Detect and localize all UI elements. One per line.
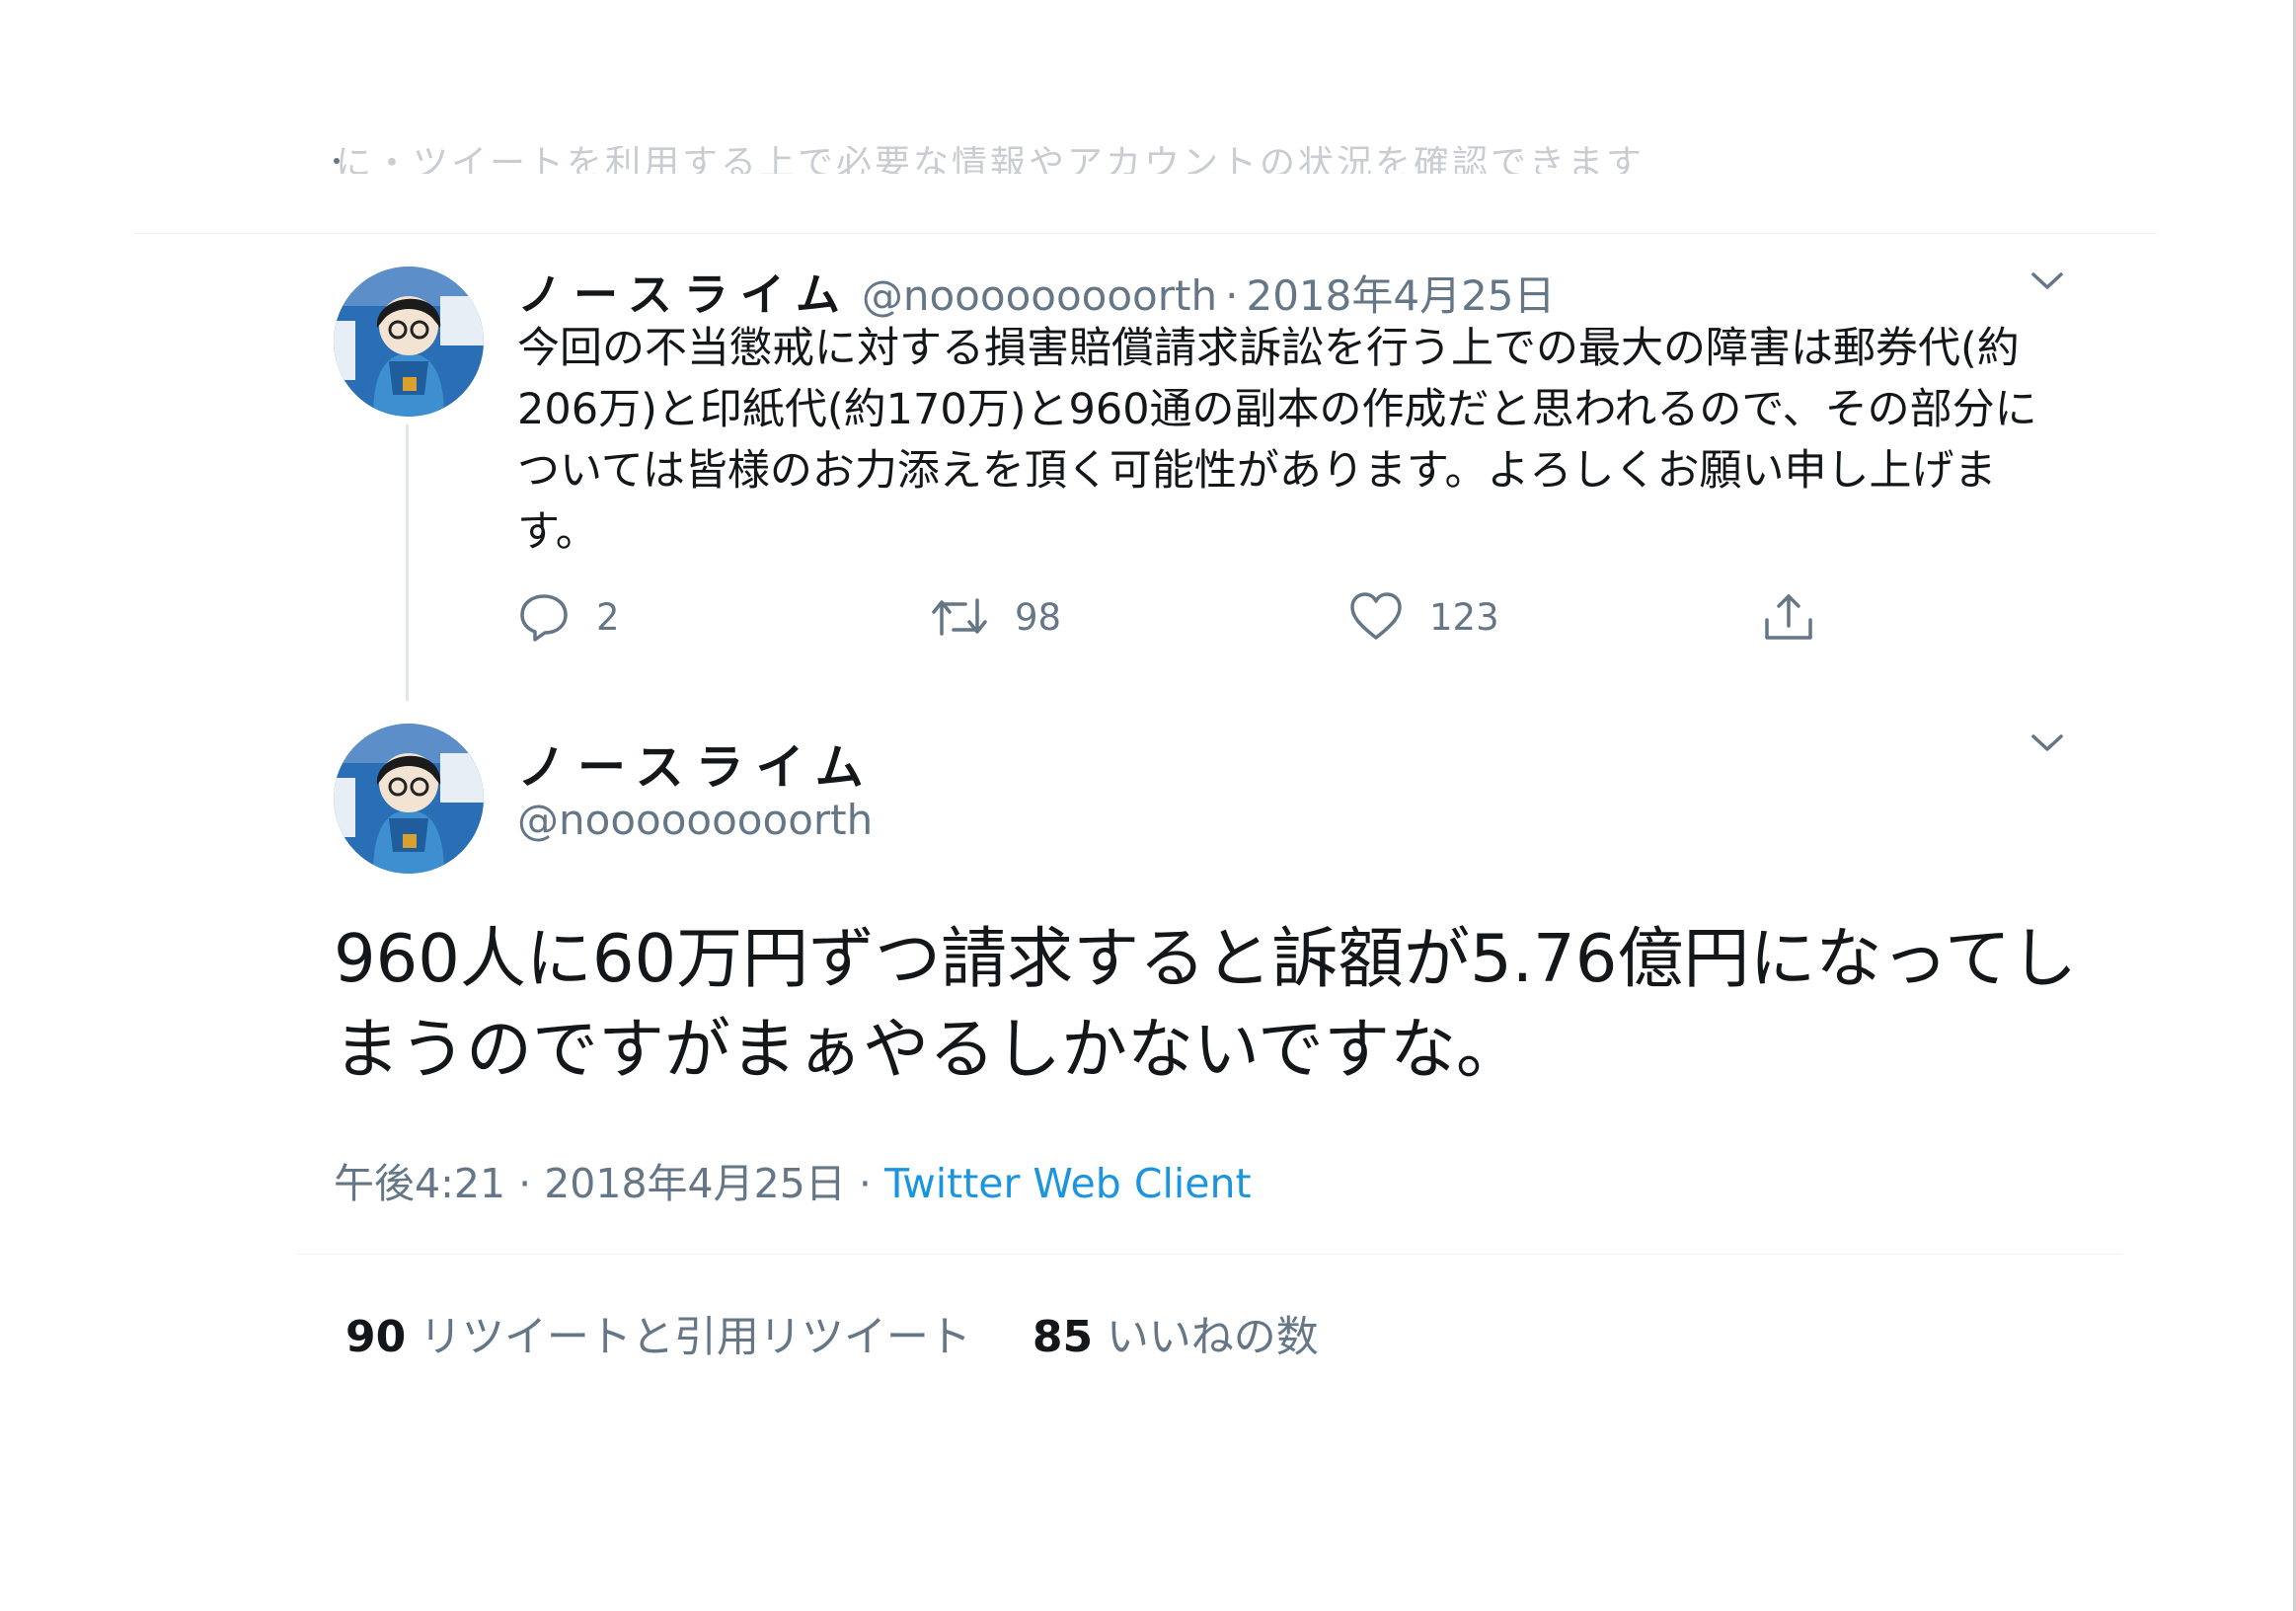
user-handle[interactable]: @nooooooooorth <box>862 271 1217 320</box>
share-button[interactable] <box>1761 590 1816 646</box>
tweet-text: 今回の不当懲戒に対する損害賠償請求訴訟を行う上での最大の障害は郵券代(約206万… <box>517 324 2037 557</box>
tweet-actions: 2 98 123 <box>517 590 1830 659</box>
retweet-icon <box>932 598 987 636</box>
like-stat-label: いいねの数 <box>1106 1313 1319 1362</box>
divider <box>296 1254 2122 1255</box>
tweet-date[interactable]: 2018年4月25日 <box>544 1160 846 1207</box>
display-name[interactable]: ノースライム <box>517 268 852 321</box>
client-link[interactable]: Twitter Web Client <box>884 1160 1252 1207</box>
tweet-meta: 午後4:21 · 2018年4月25日 · Twitter Web Client <box>334 1150 1252 1209</box>
retweet-count: 98 <box>1015 595 1062 639</box>
thread-connector <box>406 424 409 701</box>
retweets-stat[interactable]: 90 リツイートと引用リツイート <box>345 1312 971 1362</box>
user-handle[interactable]: @nooooooooorth <box>517 796 873 844</box>
tweet-header: ノースライム @nooooooooorth · 2018年4月25日 <box>517 259 1556 323</box>
separator: · <box>1225 271 1239 320</box>
likes-stat[interactable]: 85 いいねの数 <box>1032 1312 1319 1362</box>
divider <box>133 233 2157 234</box>
tweet-thread-page: に・ツイートを利用する上で必要な情報やアカウントの状況を確認できます ノースライ… <box>0 0 2296 1611</box>
chevron-down-icon[interactable] <box>2030 733 2064 753</box>
retweet-button[interactable]: 98 <box>930 590 1061 644</box>
tweet-date[interactable]: 2018年4月25日 <box>1246 271 1555 320</box>
retweet-total: 90 <box>345 1312 407 1362</box>
tweet-time[interactable]: 午後4:21 <box>334 1160 505 1207</box>
like-total: 85 <box>1032 1312 1094 1362</box>
share-icon <box>1765 594 1812 640</box>
chevron-down-icon[interactable] <box>2030 271 2064 291</box>
separator: · <box>518 1160 532 1207</box>
like-button[interactable]: 123 <box>1348 590 1499 644</box>
like-count: 123 <box>1429 595 1499 639</box>
display-name[interactable]: ノースライム <box>517 729 876 799</box>
separator: · <box>858 1160 872 1207</box>
like-icon <box>1350 592 1402 640</box>
reply-count: 2 <box>596 595 620 639</box>
avatar[interactable] <box>334 267 484 417</box>
reply-button[interactable]: 2 <box>517 590 620 644</box>
tweet-text: 960人に60万円ずつ請求すると訴額が5.76億円になってしまうのですがまぁやる… <box>334 920 2077 1088</box>
avatar[interactable] <box>334 724 484 874</box>
tweet-stats: 90 リツイートと引用リツイート 85 いいねの数 <box>345 1303 1319 1364</box>
reply-icon <box>520 594 568 642</box>
cut-off-text: に・ツイートを利用する上で必要な情報やアカウントの状況を確認できます <box>336 146 1645 174</box>
cut-off-row: に・ツイートを利用する上で必要な情報やアカウントの状況を確認できます <box>336 146 2053 174</box>
retweet-stat-label: リツイートと引用リツイート <box>419 1313 971 1362</box>
